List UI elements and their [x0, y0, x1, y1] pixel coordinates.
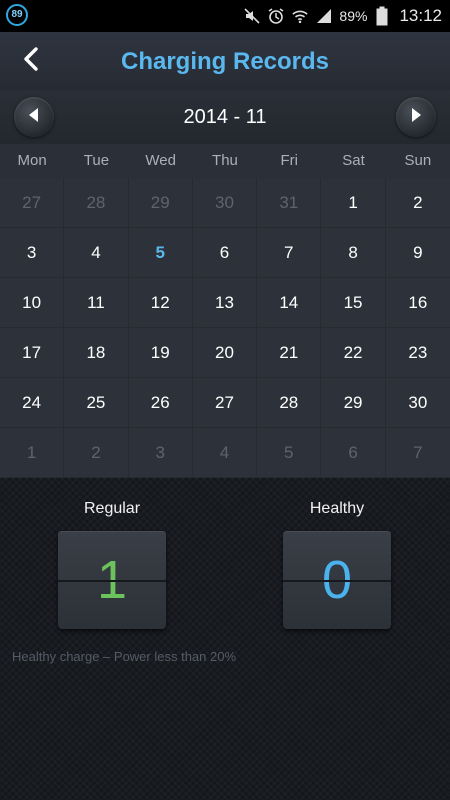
month-label: 2014 - 11 — [183, 106, 267, 128]
healthy-count: 0 — [283, 531, 391, 629]
alarm-icon — [267, 7, 285, 25]
healthy-label: Healthy — [309, 500, 365, 517]
calendar-day[interactable]: 23 — [385, 328, 450, 378]
weekday-header: Mon Tue Wed Thu Fri Sat Sun — [0, 144, 450, 178]
healthy-charge-note: Healthy charge – Power less than 20% — [12, 649, 237, 664]
calendar-day[interactable]: 30 — [385, 378, 450, 428]
calendar-day[interactable]: 3 — [0, 228, 65, 278]
weekday-label: Fri — [280, 152, 299, 169]
signal-icon — [315, 7, 333, 25]
calendar-day[interactable]: 26 — [128, 378, 193, 428]
charge-stats-panel: Regular Healthy 1 0 Healthy charge – Pow… — [0, 478, 450, 800]
calendar-day[interactable]: 3 — [128, 428, 193, 478]
calendar-day[interactable]: 7 — [257, 228, 322, 278]
weekday-label: Wed — [145, 152, 176, 169]
calendar-day[interactable]: 30 — [192, 178, 258, 228]
calendar-day[interactable]: 31 — [257, 178, 322, 228]
calendar-day[interactable]: 19 — [128, 328, 193, 378]
notification-badge: 89 — [6, 4, 28, 26]
mute-icon — [243, 7, 261, 25]
calendar-day[interactable]: 9 — [385, 228, 450, 278]
calendar-grid: 27 28 29 30 31 1 2 3 4 5 6 7 8 9 10 11 12 13 14 15 16 17 18 19 2… — [0, 178, 450, 478]
wifi-icon — [291, 7, 309, 25]
calendar-day[interactable]: 27 — [0, 178, 65, 228]
calendar-day[interactable]: 1 — [0, 428, 65, 478]
calendar-day[interactable]: 15 — [321, 278, 386, 328]
calendar-day[interactable]: 10 — [0, 278, 65, 328]
calendar-day-today[interactable]: 5 — [128, 228, 193, 278]
calendar-day[interactable]: 4 — [192, 428, 258, 478]
calendar-day[interactable]: 18 — [64, 328, 129, 378]
weekday-label: Mon — [17, 152, 47, 169]
calendar-day[interactable]: 11 — [64, 278, 129, 328]
battery-percent: 89% — [339, 8, 368, 24]
calendar-day[interactable]: 12 — [128, 278, 193, 328]
calendar-day[interactable]: 21 — [257, 328, 322, 378]
status-icons: 89% 13:12 — [243, 0, 442, 32]
calendar-day[interactable]: 29 — [321, 378, 386, 428]
calendar-day[interactable]: 6 — [321, 428, 386, 478]
calendar-day[interactable]: 8 — [321, 228, 386, 278]
weekday-label: Sun — [404, 152, 432, 169]
calendar-day[interactable]: 28 — [64, 178, 129, 228]
calendar-day[interactable]: 29 — [128, 178, 193, 228]
calendar-day[interactable]: 14 — [257, 278, 322, 328]
calendar-day[interactable]: 7 — [385, 428, 450, 478]
calendar-day[interactable]: 24 — [0, 378, 65, 428]
weekday-label: Thu — [212, 152, 238, 169]
calendar-day[interactable]: 27 — [192, 378, 258, 428]
regular-count: 1 — [58, 531, 166, 629]
status-bar: 89 89% 13:12 — [0, 0, 450, 32]
weekday-label: Tue — [83, 152, 110, 169]
weekday-label: Sat — [342, 152, 365, 169]
calendar-day[interactable]: 2 — [385, 178, 450, 228]
calendar-day[interactable]: 5 — [257, 428, 322, 478]
battery-icon — [373, 6, 391, 26]
page-title: Charging Records — [120, 48, 330, 75]
calendar-day[interactable]: 16 — [385, 278, 450, 328]
month-navigation: 2014 - 11 — [0, 90, 450, 144]
app-header: Charging Records — [0, 32, 450, 91]
calendar-day[interactable]: 1 — [321, 178, 386, 228]
calendar-day[interactable]: 25 — [64, 378, 129, 428]
calendar-day[interactable]: 22 — [321, 328, 386, 378]
triangle-right-icon — [409, 107, 423, 128]
calendar-day[interactable]: 28 — [257, 378, 322, 428]
next-month-button[interactable] — [396, 97, 436, 137]
calendar-day[interactable]: 20 — [192, 328, 258, 378]
calendar-day[interactable]: 6 — [192, 228, 258, 278]
calendar-day[interactable]: 2 — [64, 428, 129, 478]
regular-label: Regular — [83, 500, 141, 517]
clock: 13:12 — [399, 6, 442, 25]
calendar-day[interactable]: 13 — [192, 278, 258, 328]
calendar-day[interactable]: 17 — [0, 328, 65, 378]
calendar-day[interactable]: 4 — [64, 228, 129, 278]
